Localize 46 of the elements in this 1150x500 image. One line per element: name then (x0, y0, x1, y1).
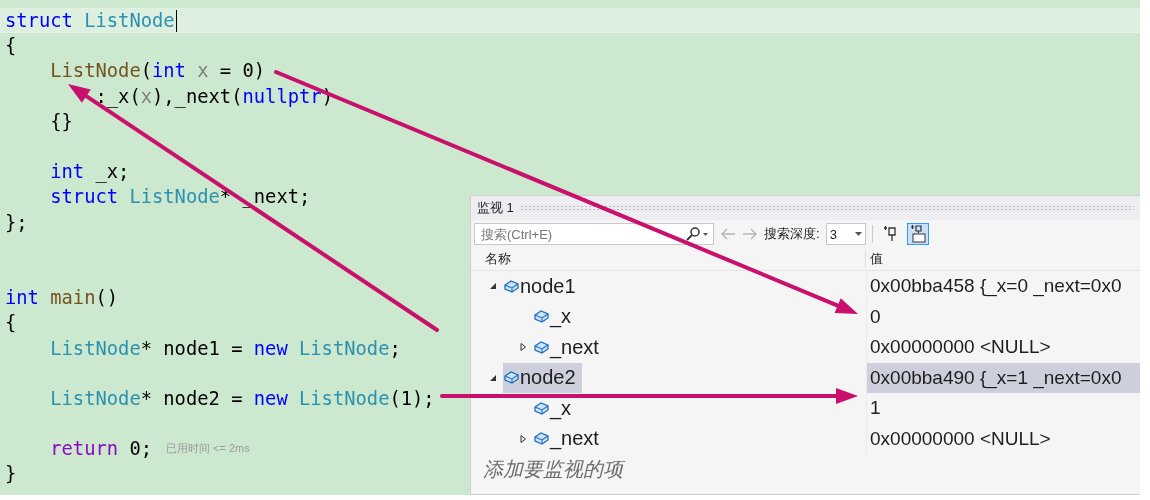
code-line: {} (49, 110, 73, 132)
variable-value: 0x00000000 <NULL> (866, 423, 1140, 454)
depth-label: 搜索深度: (764, 225, 820, 243)
variable-icon (503, 370, 520, 386)
expanded-arrow-icon[interactable] (489, 373, 497, 382)
collapsed-arrow-icon[interactable] (519, 434, 527, 443)
variable-icon (503, 278, 520, 294)
search-box[interactable]: 搜索(Ctrl+E) (474, 223, 714, 245)
add-watch-hint[interactable]: 添加要监视的项 (471, 456, 1140, 483)
variable-value: 0x00000000 <NULL> (866, 332, 1140, 363)
code-line: return 0; (49, 438, 152, 460)
variable-icon (533, 309, 550, 325)
variable-name[interactable]: _next (550, 335, 599, 359)
variable-name[interactable]: node1 (520, 274, 576, 298)
code-line: ListNode* node2 = new ListNode(1); (49, 387, 435, 409)
variable-icon (533, 339, 550, 355)
variable-value: 0x00bba490 {_x=1 _next=0x0 (866, 362, 1140, 393)
code-line: { (5, 312, 17, 334)
variable-icon (533, 431, 550, 447)
variable-value: 1 (866, 393, 1140, 424)
variable-name[interactable]: _next (550, 427, 599, 451)
variable-value: 0x00bba458 {_x=0 _next=0x0 (866, 271, 1140, 302)
format-toggle-button[interactable] (906, 223, 929, 245)
column-header[interactable]: 名称 (471, 250, 866, 268)
panel-title: 监视 1 (477, 199, 514, 217)
code-line: { (5, 35, 17, 57)
code-line: ListNode(int x = 0) (49, 60, 266, 82)
code-line: int main() (5, 287, 119, 309)
caret-icon[interactable] (854, 232, 862, 236)
column-header[interactable]: 值 (866, 250, 883, 268)
search-icon[interactable] (685, 227, 709, 241)
search-field[interactable]: 搜索(Ctrl+E) (479, 225, 683, 243)
code-line: struct ListNode (5, 10, 175, 32)
text-cursor (175, 9, 177, 32)
code-line: } (5, 463, 17, 485)
variable-name[interactable]: _x (550, 396, 572, 420)
depth-select[interactable]: 3 (825, 223, 866, 245)
variable-value: 0 (866, 301, 1140, 332)
collapsed-arrow-icon[interactable] (519, 343, 527, 352)
code-line: int _x; (49, 161, 130, 183)
timing-hint: 已用时间 <= 2ms (166, 441, 250, 457)
variable-icon (533, 400, 550, 416)
code-line: ListNode* node1 = new ListNode; (49, 337, 401, 359)
variable-name[interactable]: _x (550, 305, 572, 329)
expanded-arrow-icon[interactable] (489, 282, 497, 291)
code-line: }; (5, 211, 28, 233)
